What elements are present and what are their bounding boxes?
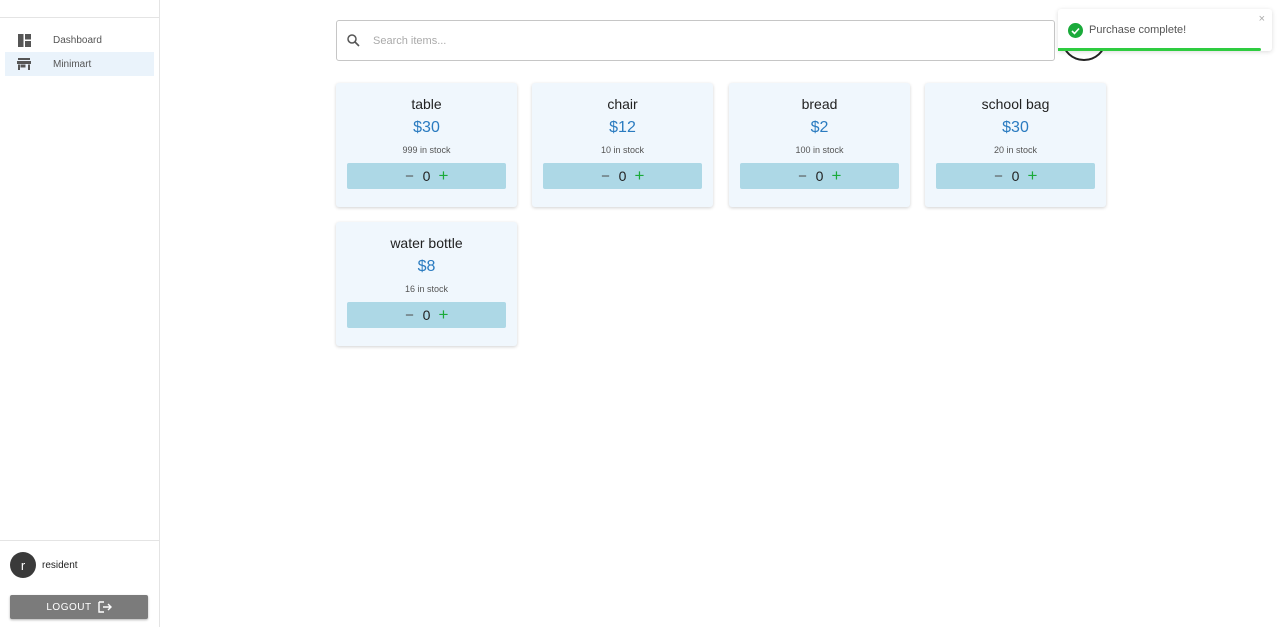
search-input[interactable]: [373, 34, 973, 47]
logout-button[interactable]: LOGOUT: [10, 595, 148, 619]
quantity-stepper: − 0 +: [347, 163, 506, 189]
sidebar: Dashboard Minimart r resident LOGOUT: [0, 0, 160, 627]
success-check-icon: [1068, 23, 1083, 38]
search-icon: [347, 34, 360, 47]
product-name: chair: [607, 96, 638, 112]
product-price: $2: [810, 119, 829, 136]
username: resident: [42, 559, 78, 571]
decrement-button[interactable]: −: [402, 307, 418, 324]
quantity-stepper: − 0 +: [543, 163, 702, 189]
product-name: school bag: [981, 96, 1050, 112]
product-price: $30: [413, 119, 440, 136]
increment-button[interactable]: +: [1025, 166, 1041, 186]
search-bar[interactable]: [336, 20, 1055, 61]
user-info: r resident: [0, 541, 159, 578]
product-stock: 10 in stock: [600, 145, 645, 155]
quantity-value: 0: [618, 168, 627, 184]
sidebar-item-minimart[interactable]: Minimart: [5, 52, 154, 76]
increment-button[interactable]: +: [436, 166, 452, 186]
product-stock: 20 in stock: [993, 145, 1038, 155]
product-card-water-bottle: water bottle $8 16 in stock − 0 +: [336, 222, 517, 346]
sidebar-item-label: Minimart: [53, 58, 92, 70]
product-price: $8: [417, 258, 436, 275]
close-icon[interactable]: ×: [1259, 13, 1265, 25]
product-name: water bottle: [390, 235, 463, 251]
product-name: table: [411, 96, 442, 112]
decrement-button[interactable]: −: [795, 168, 811, 185]
logout-icon: [97, 601, 112, 613]
quantity-stepper: − 0 +: [740, 163, 899, 189]
sidebar-item-label: Dashboard: [53, 34, 102, 46]
product-price: $30: [1002, 119, 1029, 136]
decrement-button[interactable]: −: [402, 168, 418, 185]
product-stock: 16 in stock: [404, 284, 449, 294]
product-card-bread: bread $2 100 in stock − 0 +: [729, 83, 910, 207]
logout-label: LOGOUT: [46, 601, 92, 613]
decrement-button[interactable]: −: [598, 168, 614, 185]
product-stock: 999 in stock: [402, 145, 451, 155]
toast-progress-bar: [1058, 48, 1262, 51]
quantity-value: 0: [422, 168, 431, 184]
toast-message: Purchase complete!: [1089, 24, 1187, 36]
increment-button[interactable]: +: [829, 166, 845, 186]
product-price: $12: [609, 119, 636, 136]
decrement-button[interactable]: −: [991, 168, 1007, 185]
quantity-value: 0: [815, 168, 824, 184]
quantity-stepper: − 0 +: [936, 163, 1095, 189]
app-root: Dashboard Minimart r resident LOGOUT Sea…: [0, 0, 1280, 627]
quantity-value: 0: [1011, 168, 1020, 184]
product-stock: 100 in stock: [795, 145, 844, 155]
sidebar-header: [0, 0, 159, 18]
sidebar-nav: Dashboard Minimart: [0, 18, 159, 76]
product-card-table: table $30 999 in stock − 0 +: [336, 83, 517, 207]
increment-button[interactable]: +: [632, 166, 648, 186]
sidebar-footer: r resident LOGOUT: [0, 540, 159, 627]
avatar[interactable]: r: [10, 552, 36, 578]
increment-button[interactable]: +: [436, 305, 452, 325]
toast-notification: Purchase complete! ×: [1058, 9, 1272, 51]
dashboard-icon: [17, 33, 31, 47]
product-card-chair: chair $12 10 in stock − 0 +: [532, 83, 713, 207]
quantity-stepper: − 0 +: [347, 302, 506, 328]
quantity-value: 0: [422, 307, 431, 323]
product-name: bread: [801, 96, 838, 112]
store-icon: [17, 57, 31, 71]
product-card-school-bag: school bag $30 20 in stock − 0 +: [925, 83, 1106, 207]
sidebar-item-dashboard[interactable]: Dashboard: [5, 28, 154, 52]
